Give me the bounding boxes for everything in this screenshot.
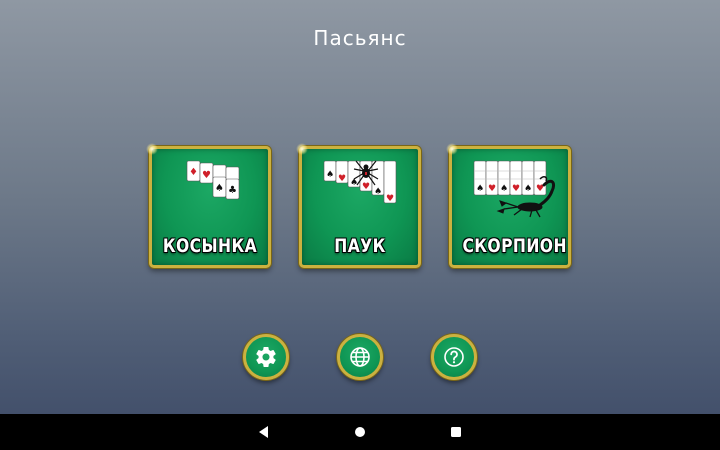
settings-button[interactable] — [243, 334, 289, 380]
svg-text:♠: ♠ — [326, 170, 334, 180]
svg-text:♣: ♣ — [228, 185, 237, 196]
help-button[interactable] — [431, 334, 477, 380]
language-button[interactable] — [337, 334, 383, 380]
svg-text:♠: ♠ — [524, 184, 532, 194]
system-navigation-bar — [0, 414, 720, 450]
home-circle-icon — [355, 427, 365, 437]
svg-text:♠: ♠ — [374, 187, 382, 197]
recents-button[interactable] — [436, 414, 476, 450]
svg-text:♥: ♥ — [362, 182, 370, 192]
svg-text:♥: ♥ — [512, 184, 520, 194]
svg-text:♥: ♥ — [338, 174, 346, 184]
cards-fan-icon: ♦ ♥ ♠ ♣ — [186, 160, 240, 200]
svg-text:♠: ♠ — [500, 184, 508, 194]
klondike-game-button[interactable]: ♦ ♥ ♠ ♣ КОСЫНКА — [146, 143, 271, 268]
spider-cards-icon: ♠ ♥ ♠ ♥ ♠ ♥ — [323, 160, 397, 204]
back-button[interactable] — [244, 414, 284, 450]
spider-game-button[interactable]: ♠ ♥ ♠ ♥ ♠ ♥ ПАУК — [296, 143, 421, 268]
svg-text:♠: ♠ — [215, 183, 224, 194]
question-icon — [444, 347, 464, 367]
klondike-label: КОСЫНКА — [162, 235, 258, 257]
spider-label: ПАУК — [334, 235, 386, 257]
recents-square-icon — [451, 427, 461, 437]
scorpion-label: СКОРПИОН — [462, 235, 567, 257]
globe-icon — [350, 347, 370, 367]
gear-icon — [256, 347, 276, 367]
home-button[interactable] — [340, 414, 380, 450]
svg-text:♥: ♥ — [202, 170, 211, 181]
back-triangle-icon — [259, 426, 268, 438]
scorpion-game-button[interactable]: ♠ ♥ ♠ ♥ ♠ ♥ СКОРПИОН — [446, 143, 571, 268]
svg-text:♦: ♦ — [189, 167, 198, 178]
app-title: Пасьянс — [313, 26, 407, 50]
svg-text:♥: ♥ — [386, 194, 394, 204]
scorpion-cards-icon: ♠ ♥ ♠ ♥ ♠ ♥ — [473, 160, 556, 218]
svg-text:♥: ♥ — [488, 184, 496, 194]
svg-text:♠: ♠ — [350, 178, 358, 188]
svg-text:♠: ♠ — [476, 184, 484, 194]
